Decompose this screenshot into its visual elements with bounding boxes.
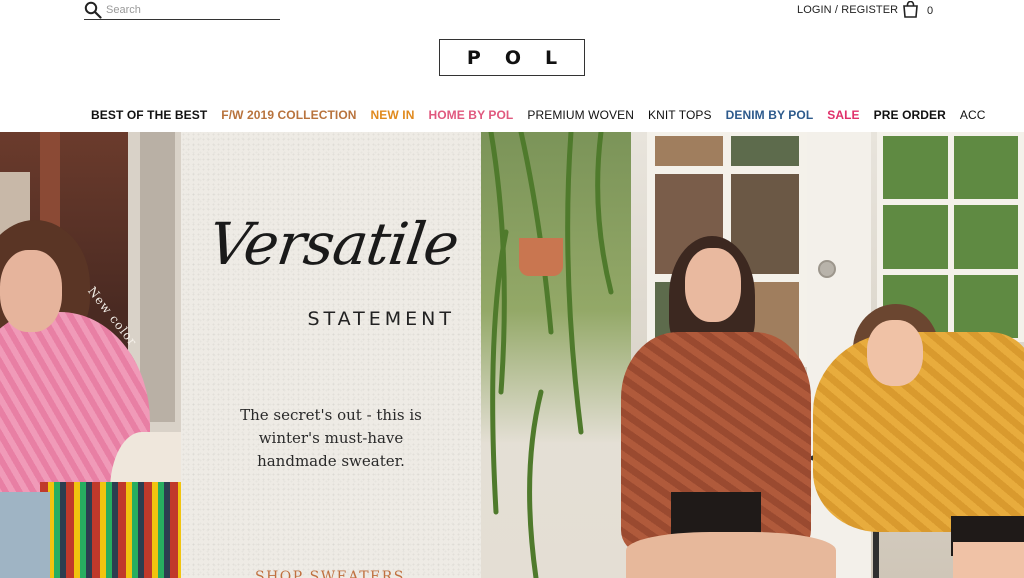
tagline-line: The secret's out - this is — [240, 406, 422, 424]
nav-item-best-of-the-best[interactable]: BEST OF THE BEST — [91, 108, 207, 122]
plant-leaves-illustration — [488, 132, 614, 578]
cart-count: 0 — [927, 5, 934, 17]
nav-item-denim-by-pol[interactable]: DENIM BY POL — [726, 108, 814, 122]
shop-sweaters-link[interactable]: SHOP SWEATERS — [255, 569, 415, 578]
nav-item-pre-order[interactable]: PRE ORDER — [874, 108, 946, 122]
hero-photo-two-models — [481, 132, 1024, 578]
hero-tagline: The secret's out - this is winter's must… — [221, 404, 441, 473]
shopping-bag-icon[interactable] — [902, 0, 919, 18]
search-icon[interactable] — [84, 1, 102, 19]
hero-photo-pink-sweater: New color — [0, 132, 181, 578]
nav-item-sale[interactable]: SALE — [827, 108, 859, 122]
cart-button[interactable]: 0 — [902, 0, 934, 18]
main-nav: BEST OF THE BEST F/W 2019 COLLECTION NEW… — [0, 104, 1024, 126]
tagline-line: handmade sweater. — [257, 452, 405, 470]
tagline-line: winter's must-have — [258, 429, 404, 447]
nav-item-fw-2019-collection[interactable]: F/W 2019 COLLECTION — [221, 108, 356, 122]
search-bar[interactable] — [84, 0, 280, 20]
login-register-link[interactable]: LOGIN / REGISTER — [797, 4, 898, 16]
search-input[interactable] — [106, 0, 276, 19]
nav-item-premium-woven[interactable]: PREMIUM WOVEN — [527, 108, 634, 122]
hero-subtitle: STATEMENT — [307, 308, 455, 330]
hero-text-panel: Versatile STATEMENT The secret's out - t… — [181, 132, 481, 578]
nav-item-home-by-pol[interactable]: HOME BY POL — [428, 108, 513, 122]
hero-banner[interactable]: New color Versatile STATEMENT The secret… — [0, 132, 1024, 578]
nav-item-knit-tops[interactable]: KNIT TOPS — [648, 108, 712, 122]
hero-script-title: Versatile — [204, 210, 463, 278]
nav-item-acc[interactable]: ACC — [960, 108, 986, 122]
site-logo[interactable]: POL — [439, 39, 585, 76]
nav-item-new-in[interactable]: NEW IN — [371, 108, 415, 122]
